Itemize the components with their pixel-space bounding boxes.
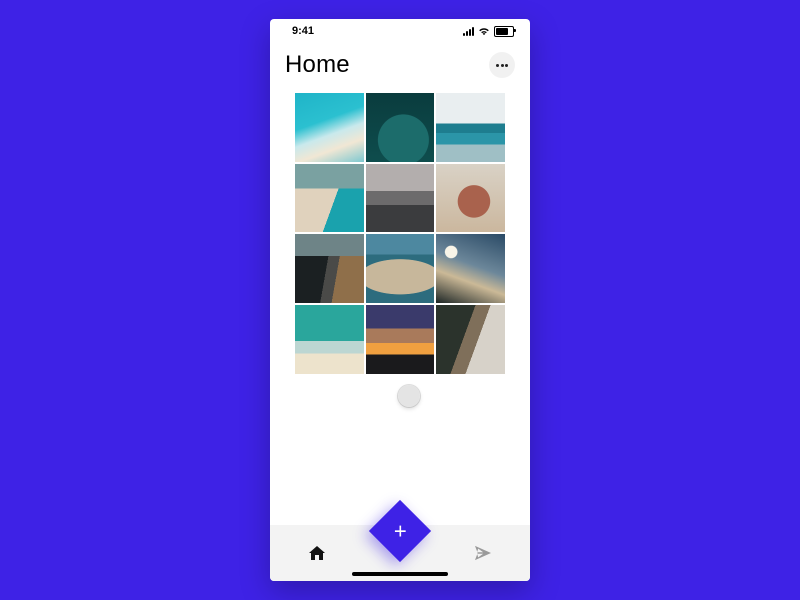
photo-tile-1[interactable] [295,93,364,162]
photo-grid [295,93,505,374]
home-icon [309,546,325,560]
status-indicators [463,26,514,37]
photo-tile-10[interactable] [295,305,364,374]
more-icon [501,64,504,67]
battery-icon [494,26,514,37]
plus-icon: + [394,520,407,542]
photo-tile-2[interactable] [366,93,435,162]
touch-cursor [398,385,420,407]
photo-tile-9[interactable] [436,234,505,303]
home-indicator [352,572,448,576]
phone-frame: 9:41 Home [270,19,530,581]
photo-tile-6[interactable] [436,164,505,233]
page-title: Home [285,51,350,79]
photo-tile-8[interactable] [366,234,435,303]
status-bar: 9:41 [270,19,530,43]
nav-send-button[interactable] [470,540,496,566]
send-icon [474,545,492,561]
header: Home [270,51,530,79]
photo-tile-12[interactable] [436,305,505,374]
photo-tile-11[interactable] [366,305,435,374]
more-icon [505,64,508,67]
photo-tile-7[interactable] [295,234,364,303]
photo-tile-4[interactable] [295,164,364,233]
photo-tile-3[interactable] [436,93,505,162]
cellular-icon [463,27,474,36]
more-button[interactable] [489,52,515,78]
wifi-icon [478,27,490,36]
status-time: 9:41 [292,25,314,37]
more-icon [496,64,499,67]
photo-tile-5[interactable] [366,164,435,233]
nav-home-button[interactable] [304,540,330,566]
